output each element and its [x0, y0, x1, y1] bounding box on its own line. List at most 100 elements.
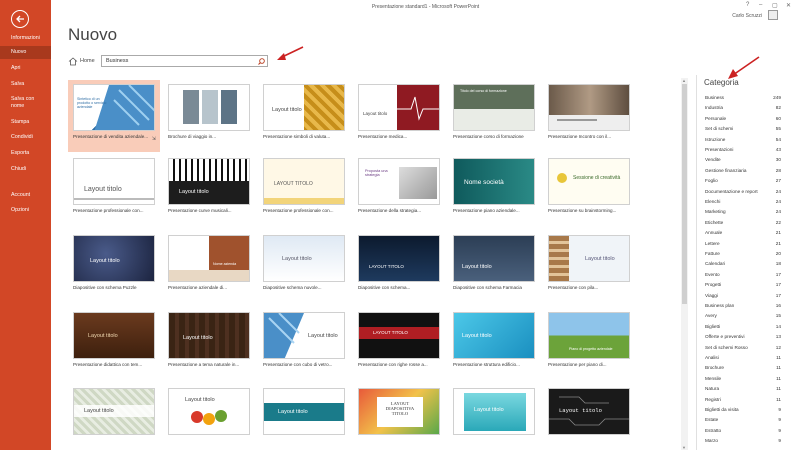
category-item[interactable]: Foglio 27 [705, 178, 781, 188]
category-item[interactable]: Estratto 9 [705, 428, 781, 438]
category-item[interactable]: Elenchi 24 [705, 199, 781, 209]
template-tile[interactable]: Layout titolo Presentazione medica... [353, 84, 445, 149]
scrollbar-thumb[interactable] [682, 84, 687, 304]
user-name[interactable]: Carlo Scruzzi [732, 13, 762, 19]
nav-condividi[interactable]: Condividi [0, 134, 51, 141]
nav-opzioni[interactable]: Opzioni [0, 207, 51, 214]
template-tile[interactable]: LAYOUT TITOLO Diapositive con schema... [353, 235, 445, 300]
template-tile[interactable]: Layout titolo Presentazione con pila... [543, 235, 635, 300]
template-tile[interactable]: Layout titolo Diapositive con schema Puz… [68, 235, 160, 300]
template-tile[interactable]: Sintetico di un prodotto o servizio azie… [68, 80, 160, 152]
template-tile[interactable]: Nome società Presentazione piano azienda… [448, 158, 540, 223]
scroll-up-icon[interactable]: ▲ [682, 78, 686, 83]
category-item[interactable]: Etichette 22 [705, 220, 781, 230]
category-item[interactable]: Presentazioni 43 [705, 147, 781, 157]
search-icon[interactable] [257, 57, 266, 66]
maximize-button[interactable]: ▢ [772, 2, 778, 9]
category-label: Industria [705, 105, 723, 111]
back-button[interactable] [11, 10, 29, 28]
search-input[interactable]: Business [101, 55, 268, 67]
help-button[interactable]: ? [746, 2, 749, 8]
template-tile[interactable]: Layout titolo Diapositive con schema Far… [448, 235, 540, 300]
nav-nuovo[interactable]: Nuovo [0, 46, 51, 59]
gallery-scrollbar[interactable]: ▲ ▼ [681, 78, 688, 450]
category-item[interactable]: Viaggi 17 [705, 293, 781, 303]
category-label: Business [705, 95, 725, 100]
template-tile[interactable]: LAYOUT DIAPOSITIVA TITOLO [353, 388, 445, 450]
template-tile[interactable]: Layout titolo Presentazione professional… [68, 158, 160, 223]
template-thumbnail: Layout titolo [263, 312, 345, 359]
category-item[interactable]: Estate 9 [705, 417, 781, 427]
nav-apri[interactable]: Apri [0, 65, 51, 72]
category-item[interactable]: Business plan 16 [705, 303, 781, 313]
nav-salva[interactable]: Salva [0, 81, 51, 88]
category-item[interactable]: Business 249 [705, 95, 781, 105]
category-item[interactable]: Fatture 20 [705, 251, 781, 261]
template-thumbnail: LAYOUT TITOLO [358, 235, 440, 282]
pin-icon[interactable]: ⇲ [152, 136, 156, 142]
category-item[interactable]: Analisi 11 [705, 355, 781, 365]
category-item[interactable]: Avery 15 [705, 313, 781, 323]
category-item[interactable]: Industria 82 [705, 105, 781, 115]
category-item[interactable]: Registri 11 [705, 397, 781, 407]
category-item[interactable]: Offerte e preventivi 13 [705, 334, 781, 344]
template-tile[interactable]: Proposta una strategia Presentazione del… [353, 158, 445, 223]
template-tile[interactable]: LAYOUT TITOLO Presentazione con righe ro… [353, 312, 445, 377]
category-count: 20 [775, 251, 781, 256]
scroll-down-icon[interactable]: ▼ [682, 445, 686, 450]
template-tile[interactable]: Layout titolo Presentazione con cubo di … [258, 312, 350, 377]
category-label: Progetti [705, 282, 722, 288]
template-tile[interactable]: Layout titolo [68, 388, 160, 450]
avatar[interactable] [768, 10, 778, 20]
category-item[interactable]: Evento 17 [705, 272, 781, 282]
category-item[interactable]: Gestione finanziaria 28 [705, 168, 781, 178]
category-item[interactable]: Biglietti 14 [705, 324, 781, 334]
nav-chiudi[interactable]: Chiudi [0, 166, 51, 173]
template-tile[interactable]: Piano di progetto aziendale Presentazion… [543, 312, 635, 377]
template-tile[interactable]: Layout titolo [543, 388, 635, 450]
template-tile[interactable]: Layout titolo Presentazione didattica co… [68, 312, 160, 377]
category-item[interactable]: Personale 60 [705, 116, 781, 126]
template-tile[interactable]: Layout titolo Presentazione simboli di v… [258, 84, 350, 149]
category-item[interactable]: Set di schemi Rosso 12 [705, 345, 781, 355]
template-tile[interactable]: Titolo del corso di formazione Presentaz… [448, 84, 540, 149]
category-item[interactable]: Set di schemi 55 [705, 126, 781, 136]
category-item[interactable]: Lettere 21 [705, 241, 781, 251]
template-tile[interactable]: Sessione di creatività Presentazione su … [543, 158, 635, 223]
nav-salva-con-nome[interactable]: Salva con nome [0, 96, 40, 110]
home-icon [68, 57, 78, 66]
category-item[interactable]: Vendite 30 [705, 157, 781, 167]
template-tile[interactable]: Layout titolo Diapositive schema nuvole.… [258, 235, 350, 300]
thumbnail-text: Layout titolo [585, 256, 615, 262]
nav-informazioni[interactable]: Informazioni [0, 35, 51, 42]
template-tile[interactable]: Presentazione Incontro con il... [543, 84, 635, 149]
template-tile[interactable]: Layout titolo [258, 388, 350, 450]
close-button[interactable]: ✕ [786, 2, 791, 9]
home-link[interactable]: Home [68, 57, 100, 66]
template-tile[interactable]: Layout titolo [163, 388, 255, 450]
template-tile[interactable]: LAYOUT TITOLO Presentazione professional… [258, 158, 350, 223]
template-tile[interactable]: Layout titolo Presentazione a tema natur… [163, 312, 255, 377]
category-item[interactable]: Natura 11 [705, 386, 781, 396]
template-tile[interactable]: Layout titolo Presentazione curve musica… [163, 158, 255, 223]
category-item[interactable]: Annuale 21 [705, 230, 781, 240]
category-item[interactable]: Calendari 18 [705, 261, 781, 271]
minimize-button[interactable]: – [759, 2, 762, 8]
nav-esporta[interactable]: Esporta [0, 150, 51, 157]
category-item[interactable]: Progetti 17 [705, 282, 781, 292]
template-tile[interactable]: Layout titolo Presentazione struttura ed… [448, 312, 540, 377]
thumbnail-text: Sessione di creatività [573, 175, 621, 181]
category-item[interactable]: Mensile 11 [705, 376, 781, 386]
category-item[interactable]: Brochure 11 [705, 365, 781, 375]
category-item[interactable]: Biglietti da visita 9 [705, 407, 781, 417]
template-tile[interactable]: Brochure di viaggio in... [163, 84, 255, 149]
category-label: Annuale [705, 230, 723, 236]
category-item[interactable]: Marketing 24 [705, 209, 781, 219]
category-item[interactable]: Documentazione e report 24 [705, 189, 781, 199]
template-tile[interactable]: Nome azienda Presentazione aziendale di.… [163, 235, 255, 300]
nav-stampa[interactable]: Stampa [0, 119, 51, 126]
nav-account[interactable]: Account [0, 192, 51, 199]
template-tile[interactable]: Layout titolo [448, 388, 540, 450]
category-item[interactable]: Marzo 9 [705, 438, 781, 448]
category-item[interactable]: Istruzione 54 [705, 137, 781, 147]
